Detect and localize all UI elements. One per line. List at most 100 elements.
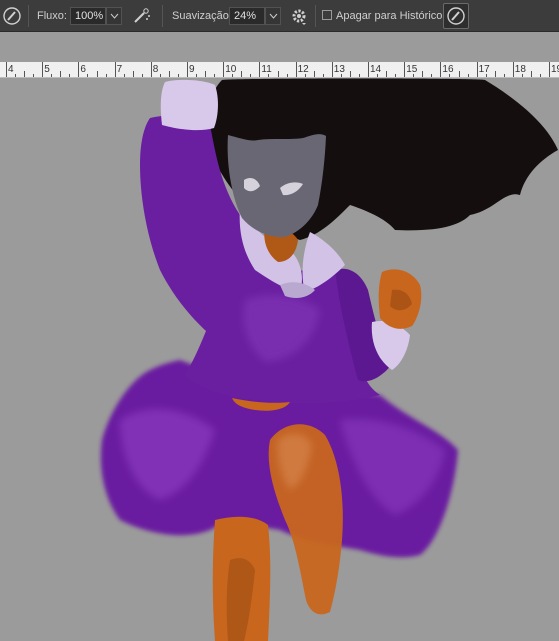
ruler-major-tick xyxy=(476,62,478,77)
erase-history-label: Apagar para Histórico xyxy=(336,10,443,22)
ruler-minor-tick xyxy=(286,74,288,77)
ruler-minor-tick xyxy=(168,71,170,77)
ruler-major-tick xyxy=(549,62,550,77)
ruler-minor-tick xyxy=(349,71,351,77)
ruler-minor-tick xyxy=(51,74,53,77)
ruler-number: 4 xyxy=(8,64,14,75)
ruler-minor-tick xyxy=(241,71,243,77)
ruler-minor-tick xyxy=(87,74,89,77)
ruler-minor-tick xyxy=(214,74,216,77)
ruler-minor-tick xyxy=(530,71,532,77)
ruler-minor-tick xyxy=(340,74,342,77)
ruler-major-tick xyxy=(150,62,152,77)
ruler-minor-tick xyxy=(304,74,306,77)
ruler-major-tick xyxy=(187,62,188,77)
ruler-major-tick xyxy=(404,62,406,77)
options-bar: Fluxo: 100% Suavização: 24% Apagar para … xyxy=(0,0,559,32)
raised-hand xyxy=(160,79,218,131)
ruler-major-tick xyxy=(331,62,333,77)
ruler-major-tick xyxy=(78,62,80,77)
ruler-number: 14 xyxy=(370,64,382,75)
ruler-minor-tick xyxy=(232,74,234,77)
ruler-minor-tick xyxy=(358,74,360,77)
chevron-down-icon xyxy=(269,13,278,19)
ruler-number: 16 xyxy=(442,64,454,75)
gear-icon[interactable] xyxy=(291,8,307,26)
ruler-major-tick xyxy=(295,62,297,77)
ruler-number: 18 xyxy=(514,64,526,75)
ruler-major-tick xyxy=(512,62,514,77)
ruler-minor-tick xyxy=(196,74,198,77)
ruler-minor-tick xyxy=(96,71,98,77)
smoothing-label: Suavização: xyxy=(172,10,232,22)
ruler-major-tick xyxy=(42,62,44,77)
ruler-minor-tick xyxy=(60,71,62,77)
ruler-number: 5 xyxy=(44,64,50,75)
ruler-minor-tick xyxy=(33,74,35,77)
airbrush-icon[interactable] xyxy=(132,7,152,25)
ruler-number: 10 xyxy=(225,64,237,75)
ruler-number: 6 xyxy=(80,64,86,75)
ruler-minor-tick xyxy=(413,74,415,77)
ruler-minor-tick xyxy=(268,74,270,77)
ruler-minor-tick xyxy=(277,71,279,77)
ruler-minor-tick xyxy=(159,74,161,77)
separator xyxy=(162,5,163,27)
smoothing-dropdown-button[interactable] xyxy=(265,7,281,25)
ruler-minor-tick xyxy=(69,74,71,77)
ruler-number: 11 xyxy=(261,64,272,75)
ruler-number: 13 xyxy=(333,64,345,75)
ruler-minor-tick xyxy=(494,71,496,77)
erase-history-checkbox[interactable] xyxy=(322,10,332,20)
document-canvas[interactable] xyxy=(0,78,559,641)
ruler-number: 12 xyxy=(297,64,309,75)
smoothing-input[interactable]: 24% xyxy=(229,7,265,25)
ruler-major-tick xyxy=(259,62,261,77)
ruler-minor-tick xyxy=(105,74,107,77)
ruler-minor-tick xyxy=(503,74,505,77)
ruler-major-tick xyxy=(440,62,442,77)
ruler-minor-tick xyxy=(313,71,315,77)
ruler-minor-tick xyxy=(521,74,523,77)
ruler-minor-tick xyxy=(123,74,125,77)
ruler-minor-tick xyxy=(422,71,424,77)
flow-dropdown-button[interactable] xyxy=(106,7,122,25)
ruler-major-tick xyxy=(368,62,369,77)
separator xyxy=(28,5,29,27)
ruler-number: 19 xyxy=(551,64,559,75)
ruler-minor-tick xyxy=(177,74,179,77)
ruler-major-tick xyxy=(223,62,225,77)
chevron-down-icon xyxy=(110,13,119,19)
ruler-minor-tick xyxy=(395,74,397,77)
ruler-minor-tick xyxy=(467,74,469,77)
ruler-minor-tick xyxy=(322,74,324,77)
canvas-top-area xyxy=(0,32,559,62)
ruler-major-tick xyxy=(114,62,116,77)
ruler-minor-tick xyxy=(141,74,143,77)
separator xyxy=(315,5,316,27)
ruler-minor-tick xyxy=(449,74,451,77)
flow-input[interactable]: 100% xyxy=(70,7,106,25)
flow-label: Fluxo: xyxy=(37,10,67,22)
ruler-number: 17 xyxy=(478,64,490,75)
ruler-number: 15 xyxy=(406,64,418,75)
ruler-minor-tick xyxy=(15,74,17,77)
ruler-minor-tick xyxy=(205,71,207,77)
ruler-number: 9 xyxy=(189,64,195,75)
ruler-minor-tick xyxy=(250,74,252,77)
ruler-number: 7 xyxy=(116,64,123,75)
horizontal-ruler[interactable]: 4 5 6 7 8 9 10 11 12 13 14 15 16 17 18 19 xyxy=(0,62,559,78)
ruler-minor-tick xyxy=(24,71,26,77)
brush-tool-icon[interactable] xyxy=(2,6,22,26)
ruler-minor-tick xyxy=(539,74,541,77)
ruler-minor-tick xyxy=(458,71,460,77)
ruler-number: 8 xyxy=(152,64,159,75)
ruler-minor-tick xyxy=(431,74,433,77)
pressure-size-button[interactable] xyxy=(443,3,469,29)
ruler-minor-tick xyxy=(132,71,134,77)
ruler-minor-tick xyxy=(485,74,487,77)
ruler-minor-tick xyxy=(386,71,388,77)
ruler-major-tick xyxy=(6,62,7,77)
ruler-minor-tick xyxy=(377,74,379,77)
pen-pressure-icon xyxy=(447,7,465,25)
